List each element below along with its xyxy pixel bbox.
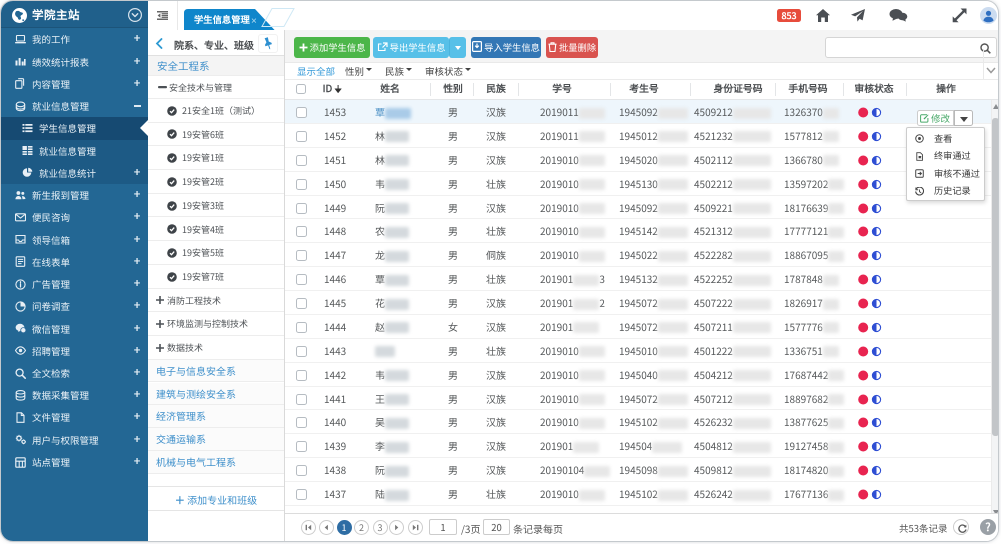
svg-text:?: ? xyxy=(985,519,990,535)
